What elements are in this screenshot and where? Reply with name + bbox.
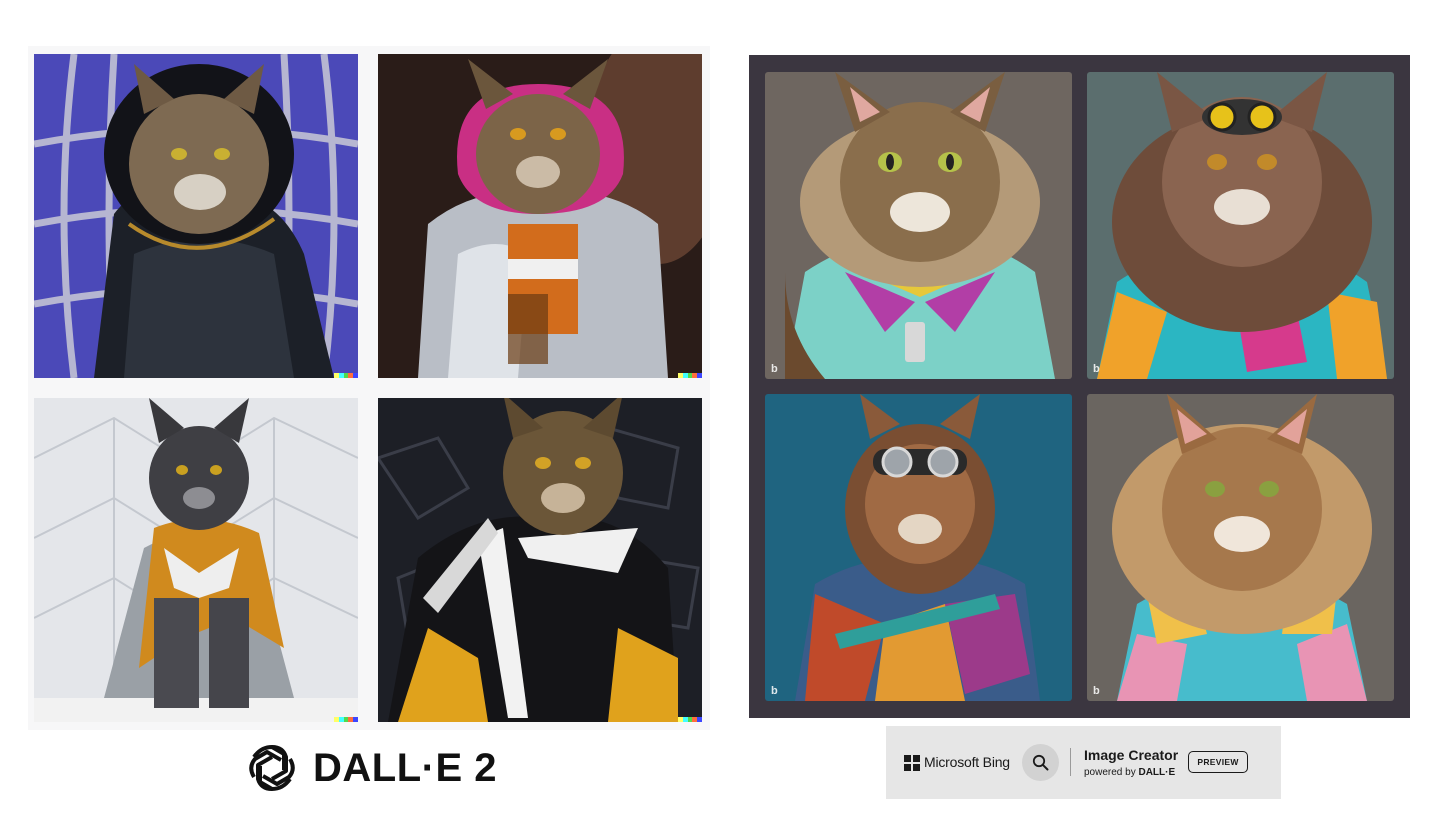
microsoft-logo-icon: [904, 755, 920, 771]
cat-image: [34, 54, 358, 378]
bing-image-creator-bar: Microsoft Bing Image Creator powered by …: [886, 726, 1281, 799]
cat-image: [765, 72, 1072, 379]
powered-by-brand: DALL·E: [1138, 767, 1176, 778]
bing-image-grid: b b b b: [749, 55, 1410, 718]
bing-image-1[interactable]: b: [765, 72, 1072, 379]
dalle-image-grid: [28, 46, 710, 730]
bing-image-3[interactable]: b: [765, 394, 1072, 701]
cat-image: [1087, 394, 1394, 701]
dalle-brand: DALL·E 2: [245, 740, 497, 796]
bing-image-2[interactable]: b: [1087, 72, 1394, 379]
watermark-swatch: [353, 373, 358, 378]
watermark-swatch: [697, 717, 702, 722]
dalle-image-2[interactable]: [378, 54, 702, 378]
dalle-image-4[interactable]: [378, 398, 702, 722]
watermark-swatch: [697, 373, 702, 378]
cat-image: [378, 54, 702, 378]
powered-by-prefix: powered by: [1084, 767, 1139, 778]
bing-image-mark: b: [1093, 363, 1100, 375]
dalle-image-3[interactable]: [34, 398, 358, 722]
cat-image: [34, 398, 358, 722]
dalle-watermark: [678, 373, 702, 378]
search-button[interactable]: [1022, 744, 1059, 781]
bing-image-mark: b: [771, 363, 778, 375]
dalle-image-1[interactable]: [34, 54, 358, 378]
microsoft-bing-label[interactable]: Microsoft Bing: [924, 754, 1010, 770]
cat-image: [1087, 72, 1394, 379]
divider: [1070, 748, 1071, 776]
bing-image-4[interactable]: b: [1087, 394, 1394, 701]
dalle-brand-name: DALL·E 2: [313, 745, 497, 790]
image-creator-title[interactable]: Image Creator: [1084, 747, 1178, 763]
openai-logo-icon: [249, 745, 295, 791]
dalle-watermark: [678, 717, 702, 722]
preview-badge: PREVIEW: [1188, 751, 1248, 773]
cat-image: [765, 394, 1072, 701]
dalle-watermark: [334, 717, 358, 722]
dalle-watermark: [334, 373, 358, 378]
watermark-swatch: [353, 717, 358, 722]
search-icon: [1032, 754, 1049, 771]
bing-image-mark: b: [771, 685, 778, 697]
powered-by-label: powered by DALL·E: [1084, 767, 1175, 778]
bing-image-mark: b: [1093, 685, 1100, 697]
cat-image: [378, 398, 702, 722]
